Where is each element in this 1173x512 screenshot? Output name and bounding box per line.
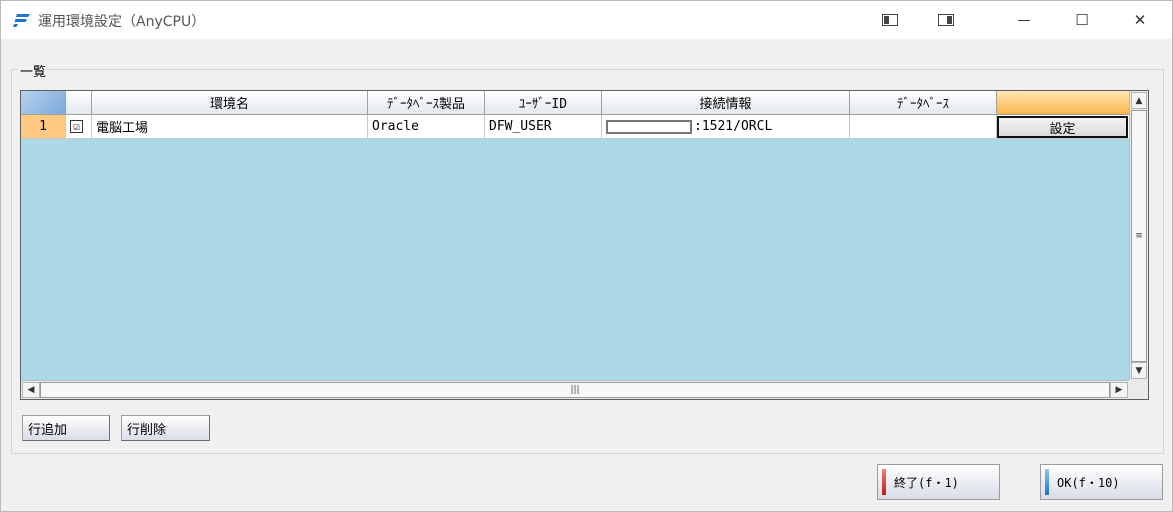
cell-action: 設定 [997, 115, 1130, 139]
scroll-left-icon[interactable]: ◀ [22, 382, 40, 398]
row-checkbox-cell[interactable]: ☑ [66, 115, 92, 139]
window-title: 運用環境設定（AnyCPU） [38, 14, 206, 30]
cell-db-product[interactable]: Oracle [368, 115, 485, 139]
vertical-scroll-thumb[interactable]: ≡ [1131, 110, 1147, 362]
row-number[interactable]: 1 [21, 115, 66, 139]
environment-grid[interactable]: 環境名 ﾃﾞｰﾀﾍﾞｰｽ製品 ﾕｰｻﾞｰID 接続情報 ﾃﾞｰﾀﾍﾞｰｽ 1 ☑… [20, 90, 1149, 400]
scroll-down-icon[interactable]: ▼ [1131, 362, 1147, 379]
exit-button-label: 終了(f・1) [894, 475, 959, 490]
horizontal-scroll-thumb[interactable]: ||| [40, 382, 1110, 398]
column-header-action[interactable] [997, 91, 1130, 115]
scrollbar-corner [1129, 380, 1148, 399]
app-window: 運用環境設定（AnyCPU） — ☐ ✕ 一覧 環境名 ﾃﾞｰﾀﾍﾞｰｽ製品 ﾕ… [0, 0, 1173, 512]
list-group-label: 一覧 [18, 61, 49, 80]
maximize-button[interactable]: ☐ [1059, 1, 1105, 39]
cell-environment-name[interactable]: 電脳工場 [92, 115, 368, 139]
scroll-right-icon[interactable]: ▶ [1110, 382, 1128, 398]
ok-accent-bar [1045, 469, 1049, 495]
cell-connection-info[interactable]: :1521/ORCL [602, 115, 850, 139]
minimize-button[interactable]: — [1001, 1, 1047, 39]
title-bar[interactable]: 運用環境設定（AnyCPU） — ☐ ✕ [1, 1, 1172, 39]
column-header-db-product[interactable]: ﾃﾞｰﾀﾍﾞｰｽ製品 [368, 91, 485, 115]
ok-button-label: OK(f・10) [1057, 475, 1120, 490]
ok-button[interactable]: OK(f・10) [1040, 464, 1163, 500]
column-header-user-id[interactable]: ﾕｰｻﾞｰID [485, 91, 602, 115]
column-header-connection-info[interactable]: 接続情報 [602, 91, 850, 115]
cell-database[interactable] [850, 115, 997, 139]
app-logo-icon [13, 14, 30, 27]
settings-button[interactable]: 設定 [997, 116, 1128, 138]
horizontal-scrollbar[interactable]: ◀ ||| ▶ [21, 380, 1130, 399]
grid-corner-header[interactable] [21, 91, 66, 115]
check-column-header[interactable] [66, 91, 92, 115]
table-row[interactable]: 1 ☑ 電脳工場 Oracle DFW_USER :1521/ORCL 設定 [21, 115, 1130, 139]
cell-user-id[interactable]: DFW_USER [485, 115, 602, 139]
column-header-database[interactable]: ﾃﾞｰﾀﾍﾞｰｽ [850, 91, 997, 115]
scroll-up-icon[interactable]: ▲ [1131, 92, 1147, 109]
delete-row-button[interactable]: 行削除 [121, 415, 210, 441]
exit-button[interactable]: 終了(f・1) [877, 464, 1000, 500]
redacted-host [606, 119, 692, 134]
dock-right-icon[interactable] [923, 1, 969, 39]
exit-accent-bar [882, 469, 886, 495]
dock-left-icon[interactable] [867, 1, 913, 39]
column-header-environment-name[interactable]: 環境名 [92, 91, 368, 115]
vertical-scrollbar[interactable]: ▲ ≡ ▼ [1129, 91, 1148, 381]
close-button[interactable]: ✕ [1117, 1, 1163, 39]
row-checkbox[interactable]: ☑ [70, 120, 83, 133]
connection-port-service: :1521/ORCL [694, 119, 773, 134]
add-row-button[interactable]: 行追加 [22, 415, 110, 441]
